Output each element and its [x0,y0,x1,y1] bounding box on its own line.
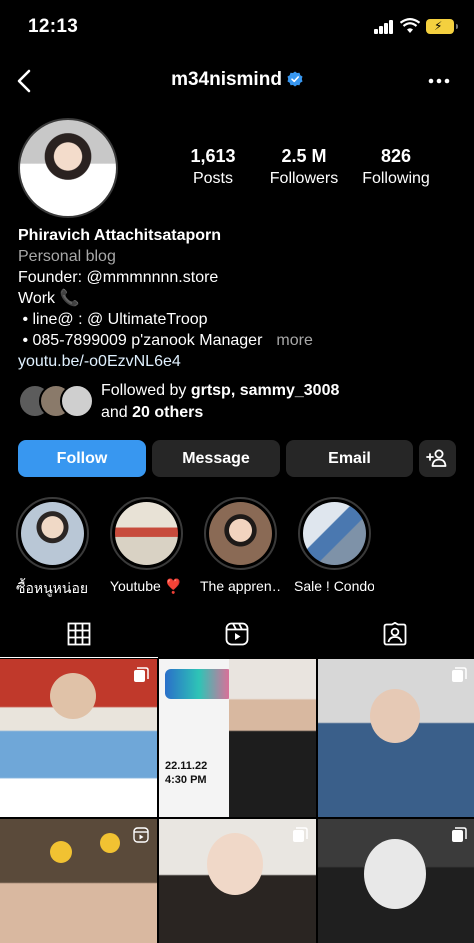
post-thumbnail[interactable] [0,659,157,817]
highlight-cover-image [302,502,366,565]
profile-tabs [0,610,474,658]
highlight-label: Sale ! Condo [294,578,374,594]
stat-followers[interactable]: 2.5 M Followers [264,146,344,188]
status-bar: 12:13 ⚡ [0,0,474,56]
profile-full-name: Phiravich Attachitsataporn [18,227,222,244]
grid-icon [67,622,91,646]
story-highlight[interactable]: ซื้อหนูหน่อย [12,497,92,600]
add-user-icon [426,449,447,467]
suggested-users-button[interactable] [419,440,456,477]
post-date-overlay: 22.11.22 4:30 PM [165,760,208,786]
post-subject [364,839,426,909]
tab-active-indicator [0,656,158,658]
post-flower-graphic [100,833,120,853]
page-title: m34nismind [0,69,474,91]
carousel-icon [452,667,467,682]
post-thumbnail[interactable] [159,819,316,943]
posts-label: Posts [192,170,233,187]
highlight-cover-image [114,502,178,565]
bio-more-link[interactable]: more [276,332,312,349]
status-time: 12:13 [28,16,79,37]
stat-posts[interactable]: 1,613 Posts [182,146,244,188]
mutual-avatar [60,384,94,418]
post-thumbnail[interactable]: 22.11.22 4:30 PM [159,659,316,817]
followed-by-others: 20 others [132,404,204,421]
post-subject [370,689,420,743]
cellular-signal-icon [374,20,394,34]
profile-username: m34nismind [171,69,282,90]
post-subject [229,659,316,817]
post-logo-graphic [165,669,233,699]
highlight-label: ซื้อหนูหน่อย [15,580,89,596]
more-options-icon[interactable] [424,70,454,92]
carousel-icon [134,667,149,682]
profile-category: Personal blog [18,248,116,265]
story-highlight[interactable]: The appren… [200,497,280,594]
following-count: 826 [380,146,412,166]
email-button[interactable]: Email [286,440,413,477]
bio-line-phone: • 085-7899009 p'zanook Manager [18,332,263,349]
tagged-icon [383,622,407,646]
post-subject [207,833,263,895]
profile-avatar[interactable] [18,118,118,218]
highlight-cover-image [20,502,84,565]
followers-label: Followers [269,170,339,187]
battery-icon: ⚡ [426,19,458,34]
story-highlight[interactable]: Youtube ❣️ [106,497,186,595]
avatar-photo [20,120,116,216]
bio-line-line: • line@ : @ UltimateTroop [18,311,208,328]
followed-by-text[interactable]: Followed by grtsp, sammy_3008 and 20 oth… [101,380,339,424]
message-button[interactable]: Message [152,440,280,477]
carousel-icon [293,827,308,842]
tab-tagged[interactable] [316,610,474,658]
followers-count: 2.5 M [281,146,327,166]
bio-line-founder: Founder: @mmmnnnn.store [18,269,219,286]
wifi-icon [400,18,420,33]
verified-badge-icon [287,71,303,87]
story-highlight[interactable]: Sale ! Condo [294,497,374,594]
followed-by-prefix: Followed by [101,382,191,399]
followed-by-users: grtsp, sammy_3008 [190,382,340,399]
post-subject [50,673,96,719]
highlight-label: The appren… [200,578,280,594]
mutual-followers-avatars[interactable] [18,384,94,418]
reels-icon [225,622,249,646]
post-thumbnail[interactable] [318,659,474,817]
profile-header: m34nismind [0,56,474,106]
bio-website-link[interactable]: youtu.be/-o0EzvNL6e4 [18,351,458,372]
follow-button[interactable]: Follow [18,440,146,477]
carousel-icon [452,827,467,842]
tab-posts-grid[interactable] [0,610,158,658]
profile-bio: Phiravich Attachitsataporn Personal blog… [18,225,458,372]
post-thumbnail[interactable] [0,819,157,943]
following-label: Following [362,170,430,187]
bio-line-phone-row: • 085-7899009 p'zanook Manager more [18,330,458,351]
posts-grid: 22.11.22 4:30 PM [0,659,474,943]
tab-reels[interactable] [158,610,316,658]
bio-line-work: Work 📞 [18,290,80,307]
post-flower-graphic [50,841,72,863]
followed-by-and: and [101,404,133,421]
highlight-label: Youtube ❣️ [109,578,183,594]
highlight-cover-image [208,502,272,565]
stat-following[interactable]: 826 Following [356,146,436,188]
reel-icon [133,827,149,843]
posts-count: 1,613 [190,146,236,166]
post-thumbnail[interactable] [318,819,474,943]
